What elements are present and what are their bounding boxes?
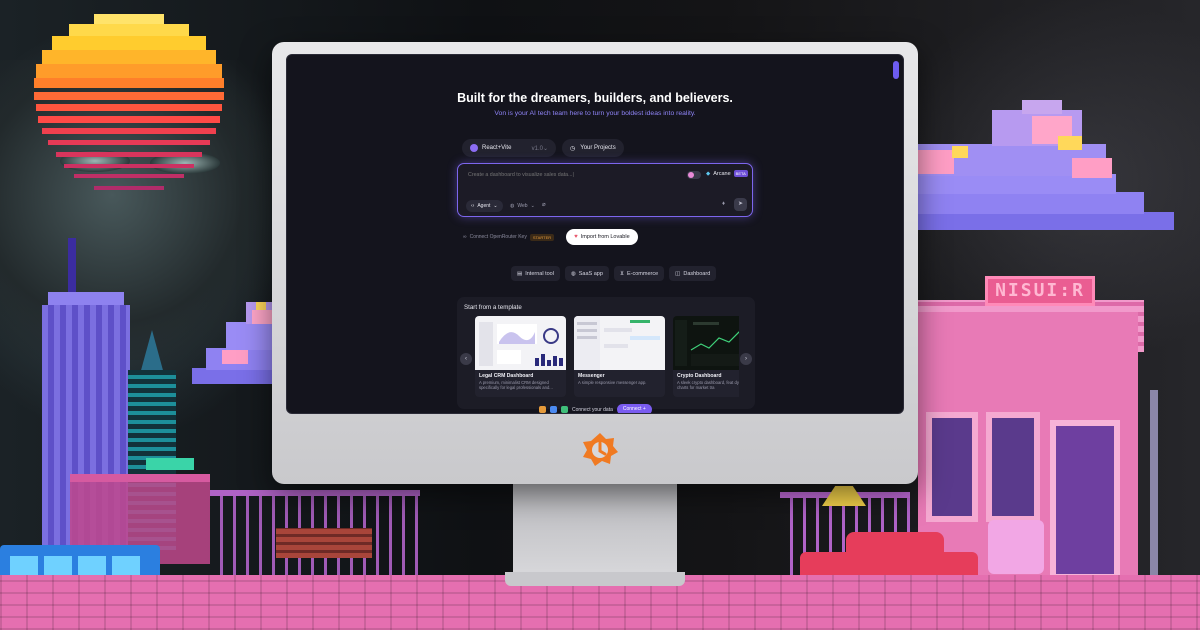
template-thumbnail <box>574 316 665 370</box>
template-card-legal-crm[interactable]: Legal CRM Dashboard A premium, minimalis… <box>475 316 566 397</box>
template-card-description: A sleek crypto dashboard, feat dynamic c… <box>677 380 739 391</box>
connect-button[interactable]: Connect + <box>616 404 652 413</box>
connect-button-label: Connect <box>622 406 642 412</box>
import-lovable-label: Import from Lovable <box>580 234 630 240</box>
send-icon: ➤ <box>737 201 744 207</box>
globe-icon: ◍ <box>570 270 576 277</box>
carousel-next-button[interactable]: › <box>740 353 752 365</box>
monitor-stand-base <box>505 572 685 586</box>
beta-badge: BETA <box>733 170 748 177</box>
template-card-messenger[interactable]: Messenger A simple responsive messenger … <box>574 316 665 397</box>
chevron-right-icon: › <box>745 356 747 362</box>
crypto-preview <box>675 320 739 366</box>
heart-icon: ♥ <box>574 234 578 240</box>
chevron-down-icon: ⌄ <box>542 145 548 152</box>
store-window <box>986 412 1040 522</box>
database-icon <box>539 406 546 413</box>
secondary-actions: ∞ Connect OpenRouter Key STARTER ♥ Impor… <box>459 229 638 245</box>
template-thumbnail <box>475 316 566 370</box>
arcane-mode[interactable]: ◆ Arcane BETA <box>706 170 748 177</box>
chip-label: Internal tool <box>525 270 554 277</box>
web-label: Web <box>517 203 528 209</box>
chip-saas-app[interactable]: ◍ SaaS app <box>564 266 609 281</box>
chip-label: Dashboard <box>683 270 711 277</box>
template-card-description: A simple responsive messenger app. <box>578 380 647 385</box>
chip-ecommerce[interactable]: ⊻ E-commerce <box>613 266 665 281</box>
chevron-down-icon: ⌄ <box>530 203 535 209</box>
store-door <box>1050 420 1120 580</box>
carousel-prev-button[interactable]: ‹ <box>460 353 472 365</box>
templates-panel: Start from a template ‹ › Legal CRM Dash… <box>457 297 755 409</box>
chip-label: SaaS app <box>578 270 603 277</box>
code-icon: ‹› <box>471 203 475 209</box>
template-cards: Legal CRM Dashboard A premium, minimalis… <box>475 316 739 397</box>
paperclip-icon[interactable]: ⌀ <box>542 201 546 208</box>
framework-label: React+Vite <box>482 145 512 151</box>
chip-label: E-commerce <box>626 270 659 277</box>
template-thumbnail <box>673 316 739 370</box>
connect-openrouter-button[interactable]: ∞ Connect OpenRouter Key STARTER <box>459 229 558 245</box>
connect-data-label: Connect your data <box>572 406 613 413</box>
clock-icon: ◷ <box>570 145 576 152</box>
legal-crm-preview <box>479 322 563 366</box>
template-card-title: Crypto Dashboard <box>677 373 722 379</box>
messenger-preview <box>574 316 660 370</box>
version-label: v1.0⌄ <box>531 145 548 152</box>
suggestion-chips: ▤ Internal tool ◍ SaaS app ⊻ E-commerce ◫ Da… <box>511 266 717 281</box>
globe-icon: ◍ <box>510 203 515 209</box>
pixel-cat <box>988 520 1044 574</box>
prompt-input[interactable] <box>468 172 668 178</box>
cart-icon: ⊻ <box>619 270 624 277</box>
agent-selector[interactable]: ‹› Agent ⌄ <box>466 200 503 212</box>
top-controls: React+Vite v1.0⌄ ◷ Your Projects <box>462 139 624 157</box>
prompt-box: ◆ Arcane BETA ‹› Agent ⌄ ◍ Web ⌄ ⌀ ♦ ➤ <box>457 163 753 217</box>
send-button[interactable]: ➤ <box>734 198 747 211</box>
template-card-title: Legal CRM Dashboard <box>479 373 534 379</box>
your-projects-button[interactable]: ◷ Your Projects <box>562 139 624 157</box>
plus-icon: + <box>642 406 646 412</box>
sheet-icon <box>561 406 568 413</box>
monitor-stand <box>513 484 677 580</box>
framework-icon <box>470 144 478 152</box>
import-lovable-button[interactable]: ♥ Import from Lovable <box>566 229 638 245</box>
table-icon <box>550 406 557 413</box>
framework-selector[interactable]: React+Vite v1.0⌄ <box>462 139 556 157</box>
park-bench <box>276 528 372 558</box>
chart-icon: ◫ <box>675 270 681 277</box>
brand-logo-icon <box>583 433 618 466</box>
microphone-icon[interactable]: ♦ <box>722 201 725 207</box>
agent-label: Agent <box>477 203 491 209</box>
diamond-icon: ◆ <box>706 170 711 177</box>
pixel-sun <box>34 14 224 204</box>
chip-internal-tool[interactable]: ▤ Internal tool <box>511 266 560 281</box>
link-icon: ∞ <box>463 234 467 240</box>
web-selector[interactable]: ◍ Web ⌄ <box>510 200 535 212</box>
monitor: Built for the dreamers, builders, and be… <box>272 42 918 484</box>
chip-dashboard[interactable]: ◫ Dashboard <box>669 266 717 281</box>
store-window <box>926 412 978 522</box>
starter-badge: STARTER <box>529 233 555 241</box>
templates-title: Start from a template <box>464 304 522 311</box>
connect-openrouter-label: Connect OpenRouter Key <box>469 234 527 240</box>
template-card-crypto[interactable]: Crypto Dashboard A sleek crypto dashboar… <box>673 316 739 397</box>
mode-toggle[interactable] <box>687 171 701 179</box>
hero-subtitle: Von is your AI tech team here to turn yo… <box>494 110 696 117</box>
store-sign: NISUI:R <box>985 276 1095 306</box>
chevron-left-icon: ‹ <box>465 356 467 362</box>
arcane-label: Arcane <box>713 170 731 177</box>
scrollbar[interactable] <box>893 61 899 79</box>
hero-title: Built for the dreamers, builders, and be… <box>457 91 733 105</box>
building-antenna <box>68 238 76 296</box>
app-screen: Built for the dreamers, builders, and be… <box>286 54 904 414</box>
grid-icon: ▤ <box>517 270 523 277</box>
connect-data-row: Connect your data Connect + <box>539 404 652 413</box>
street-pole <box>1150 390 1158 585</box>
template-card-description: A premium, minimalist CRM designed speci… <box>479 380 553 391</box>
bus-stop-sign <box>146 458 194 470</box>
your-projects-label: Your Projects <box>580 145 616 151</box>
chevron-down-icon: ⌄ <box>493 203 498 209</box>
template-card-title: Messenger <box>578 373 605 379</box>
